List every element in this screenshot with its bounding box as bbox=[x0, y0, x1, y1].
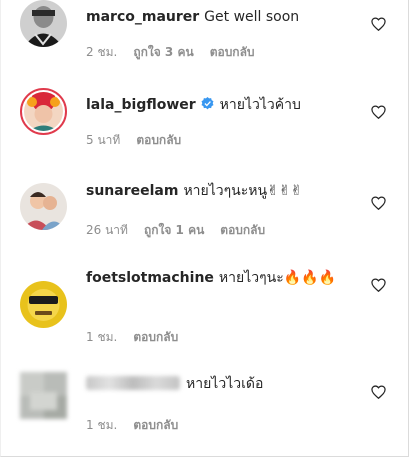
avatar[interactable] bbox=[20, 372, 67, 419]
heart-icon[interactable] bbox=[371, 196, 386, 210]
verified-badge-icon bbox=[201, 97, 214, 110]
comment-username[interactable]: lala_bigflower bbox=[86, 97, 196, 113]
comment-time[interactable]: 1 ชม. bbox=[86, 330, 117, 344]
heart-icon[interactable] bbox=[371, 385, 386, 399]
comment-meta: 2 ชม. ถูกใจ 3 คน ตอบกลับ bbox=[86, 43, 271, 62]
comment-time[interactable]: 1 ชม. bbox=[86, 418, 117, 432]
comment-item: marco_maurer Get well soon 2 ชม. ถูกใจ 3 ค… bbox=[1, 0, 409, 88]
reply-button[interactable]: ตอบกลับ bbox=[136, 133, 181, 147]
comment-item: sunareelam หายไวๆนะหนู✌✌✌ 26 นาที ถูกใจ 1 … bbox=[1, 176, 409, 264]
comment-username[interactable]: foetslotmachine bbox=[86, 270, 214, 286]
comment-username[interactable]: sunareelam bbox=[86, 183, 178, 199]
comment-item: foetslotmachine หายไวๆนะ🔥🔥🔥 1 ชม. ตอบกลับ bbox=[1, 264, 409, 352]
comment-meta: 1 ชม. ตอบกลับ bbox=[86, 328, 194, 347]
comment-time[interactable]: 5 นาที bbox=[86, 133, 120, 147]
comment-body: หายไวไวเด้อ 1 ชม. ตอบกลับ bbox=[86, 374, 366, 432]
comment-text: Get well soon bbox=[204, 9, 300, 25]
comment-body: foetslotmachine หายไวๆนะ🔥🔥🔥 1 ชม. ตอบกลับ bbox=[86, 268, 366, 344]
heart-icon[interactable] bbox=[371, 105, 386, 119]
reply-button[interactable]: ตอบกลับ bbox=[133, 418, 178, 432]
comment-body: lala_bigflower หายไวไวค้าบ 5 นาที ตอบกลับ bbox=[86, 95, 366, 147]
avatar[interactable] bbox=[20, 183, 67, 230]
comment-text: หายไวไวเด้อ bbox=[186, 376, 264, 392]
heart-icon[interactable] bbox=[371, 17, 386, 31]
reply-button[interactable]: ตอบกลับ bbox=[210, 45, 255, 59]
comment-text: หายไวไวค้าบ bbox=[219, 97, 301, 113]
comment-username[interactable] bbox=[86, 376, 180, 390]
heart-icon[interactable] bbox=[371, 278, 386, 292]
reply-button[interactable]: ตอบกลับ bbox=[220, 223, 265, 237]
comment-text: หายไวๆนะ🔥🔥🔥 bbox=[218, 270, 337, 286]
comment-list: marco_maurer Get well soon 2 ชม. ถูกใจ 3 ค… bbox=[0, 0, 409, 457]
comment-likes[interactable]: ถูกใจ 3 คน bbox=[133, 45, 193, 59]
comment-text: หายไวๆนะหนู✌✌✌ bbox=[183, 183, 303, 199]
comment-meta: 26 นาที ถูกใจ 1 คน ตอบกลับ bbox=[86, 221, 281, 240]
comment-time[interactable]: 26 นาที bbox=[86, 223, 128, 237]
comment-item: lala_bigflower หายไวไวค้าบ 5 นาที ตอบกลับ bbox=[1, 88, 409, 176]
comment-username[interactable]: marco_maurer bbox=[86, 9, 199, 25]
comment-likes[interactable]: ถูกใจ 1 คน bbox=[144, 223, 204, 237]
avatar[interactable] bbox=[20, 281, 67, 328]
avatar[interactable] bbox=[20, 88, 67, 135]
comment-body: marco_maurer Get well soon 2 ชม. ถูกใจ 3 ค… bbox=[86, 7, 366, 59]
reply-button[interactable]: ตอบกลับ bbox=[133, 330, 178, 344]
comment-meta: 5 นาที ตอบกลับ bbox=[86, 131, 197, 150]
comment-meta: 1 ชม. ตอบกลับ bbox=[86, 416, 194, 435]
comment-body: sunareelam หายไวๆนะหนู✌✌✌ 26 นาที ถูกใจ 1 … bbox=[86, 181, 366, 237]
comment-time[interactable]: 2 ชม. bbox=[86, 45, 117, 59]
avatar[interactable] bbox=[20, 0, 67, 47]
comment-item: หายไวไวเด้อ 1 ชม. ตอบกลับ bbox=[1, 368, 409, 456]
